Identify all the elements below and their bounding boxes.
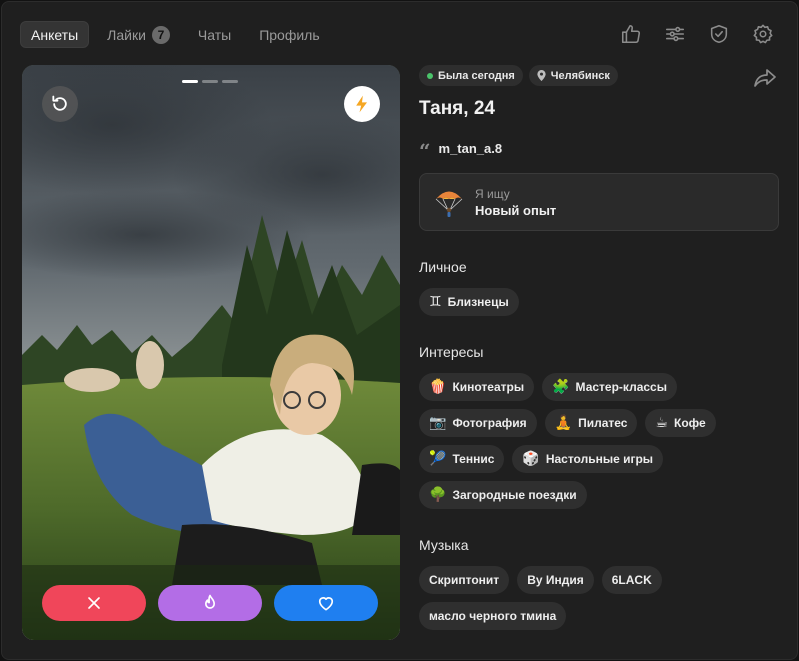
tab-profile[interactable]: Профиль (249, 21, 329, 48)
undo-button[interactable] (42, 86, 78, 122)
popcorn-icon: 🍿 (429, 379, 447, 395)
like-button[interactable] (274, 585, 378, 621)
interest-chip-label: Кинотеатры (452, 380, 525, 394)
online-status-badge: Была сегодня (419, 65, 523, 86)
super-like-button[interactable] (158, 585, 262, 621)
zodiac-chip: ♊ Близнецы (419, 288, 519, 316)
personal-chips: ♊ Близнецы (419, 288, 779, 316)
app-window: Анкеты Лайки 7 Чаты Профиль Была сегодня… (1, 1, 798, 660)
looking-for-value: Новый опыт (475, 202, 557, 218)
interest-chip: 🧘 Пилатес (544, 409, 638, 437)
interest-chips: 🍿 Кинотеатры 🧩 Мастер-классы 📷 Фотографи… (419, 373, 779, 509)
undo-icon (52, 95, 67, 111)
profile-photo (22, 65, 400, 640)
music-chip: Скриптонит (419, 566, 510, 594)
puzzle-icon: 🧩 (552, 379, 570, 395)
tab-chats-label: Чаты (197, 26, 232, 43)
music-chip: 6LACK (601, 566, 662, 594)
instagram-handle-text: m_tan_a.8 (438, 141, 503, 156)
interest-chip: 🧩 Мастер-классы (542, 373, 677, 401)
tab-profiles[interactable]: Анкеты (20, 21, 90, 48)
online-status-text: Была сегодня (438, 69, 515, 82)
profile-info-panel: Была сегодня Челябинск Таня, 24 “ m_tan_… (419, 65, 779, 630)
gemini-icon: ♊ (429, 294, 442, 310)
location-pin-icon (537, 70, 546, 81)
tree-icon: 🌳 (429, 487, 447, 503)
interest-chip-label: Фотография (452, 416, 527, 430)
interests-section-title: Интересы (419, 344, 484, 360)
tab-profiles-label: Анкеты (31, 26, 79, 43)
zodiac-chip-label: Близнецы (447, 295, 509, 309)
interest-chip-label: Кофе (674, 416, 706, 430)
heart-icon (318, 597, 334, 611)
likes-count-badge: 7 (151, 25, 170, 44)
interest-chip: 🎾 Теннис (419, 445, 505, 473)
looking-for-label: Я ищу (475, 186, 510, 201)
interest-chip: ☕ Кофе (645, 409, 716, 437)
profile-name-age: Таня, 24 (419, 98, 495, 119)
interest-chip: 🎲 Настольные игры (512, 445, 664, 473)
profile-meta: Была сегодня Челябинск (419, 65, 779, 86)
tennis-ball-icon: 🎾 (429, 451, 447, 467)
dislike-button[interactable] (42, 585, 146, 621)
flame-icon (205, 594, 215, 609)
interest-chip-label: Загородные поездки (452, 488, 577, 502)
music-chip: масло черного тмина (419, 602, 567, 630)
city-text: Челябинск (550, 69, 610, 82)
city-badge: Челябинск (528, 65, 618, 86)
share-icon (754, 69, 776, 87)
tab-likes-label: Лайки (107, 26, 146, 43)
close-icon (88, 597, 100, 609)
interest-chip: 📷 Фотография (419, 409, 537, 437)
parachute-icon (435, 191, 463, 217)
interest-chip-label: Мастер-классы (575, 380, 667, 394)
thumbs-up-icon[interactable] (619, 22, 643, 46)
top-icons (619, 22, 775, 46)
music-section-title: Музыка (419, 537, 469, 553)
dice-icon: 🎲 (522, 451, 540, 467)
shield-check-icon[interactable] (707, 22, 731, 46)
personal-section-title: Личное (419, 259, 467, 275)
tab-chats[interactable]: Чаты (188, 21, 241, 48)
photo-page-dot[interactable] (182, 80, 198, 83)
quote-icon: “ (419, 138, 431, 163)
yoga-icon: 🧘 (554, 415, 573, 431)
interest-chip: 🌳 Загородные поездки (419, 481, 587, 509)
photo-page-dot[interactable] (202, 80, 218, 83)
looking-for-text: Я ищу Новый опыт (475, 187, 556, 218)
music-chip: By Индия (517, 566, 594, 594)
tab-likes[interactable]: Лайки 7 (97, 21, 180, 48)
tab-profile-label: Профиль (259, 26, 320, 43)
looking-for-card: Я ищу Новый опыт (419, 173, 779, 231)
boost-button[interactable] (344, 86, 380, 122)
online-dot (427, 72, 433, 79)
settings-icon[interactable] (751, 22, 775, 46)
camera-icon: 📷 (429, 415, 447, 431)
coffee-icon: ☕ (655, 415, 669, 431)
swipe-actions (42, 585, 378, 621)
interest-chip: 🍿 Кинотеатры (419, 373, 535, 401)
top-nav: Анкеты Лайки 7 Чаты Профиль (20, 21, 330, 48)
lightning-icon (356, 95, 367, 113)
filters-icon[interactable] (663, 22, 687, 46)
photo-pagination (182, 80, 238, 83)
profile-photo-card[interactable] (22, 65, 400, 640)
music-chips: Скриптонит By Индия 6LACK масло черного … (419, 566, 779, 630)
share-button[interactable] (753, 67, 777, 89)
interest-chip-label: Настольные игры (545, 452, 654, 466)
photo-page-dot[interactable] (222, 80, 238, 83)
interest-chip-label: Пилатес (578, 416, 628, 430)
instagram-handle[interactable]: “ m_tan_a.8 (419, 138, 779, 163)
interest-chip-label: Теннис (452, 452, 495, 466)
